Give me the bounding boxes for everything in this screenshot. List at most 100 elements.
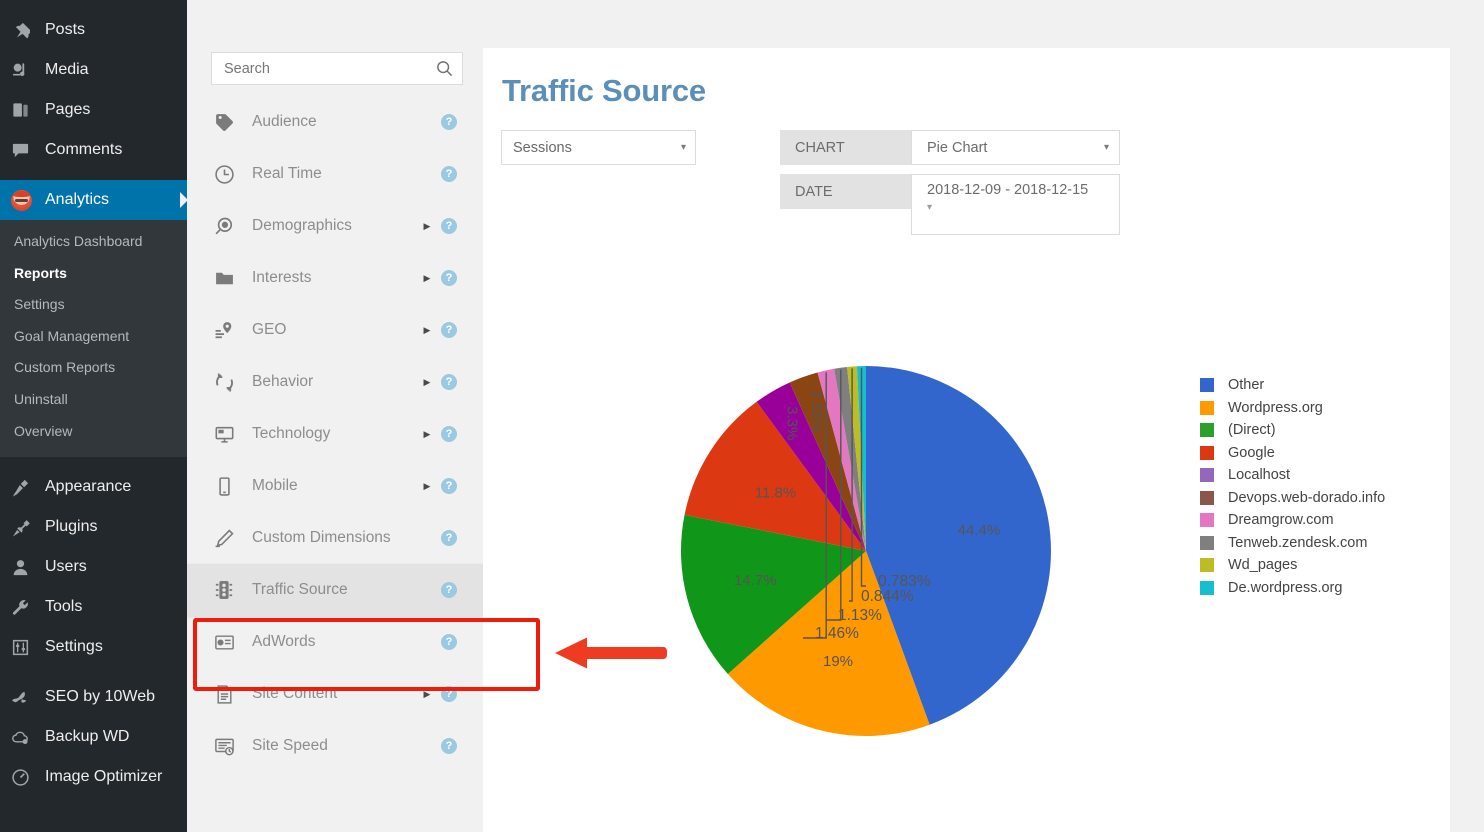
submenu-item-custom-reports[interactable]: Custom Reports — [0, 352, 187, 384]
chevron-right-icon[interactable]: ▶ — [419, 689, 435, 699]
report-item-demographics[interactable]: Demographics ▶ ? — [187, 200, 483, 252]
metric-select-value: Sessions — [513, 139, 572, 156]
chart-control-label: CHART — [780, 130, 911, 165]
legend-item[interactable]: Other — [1200, 374, 1450, 397]
report-item-interests[interactable]: Interests ▶ ? — [187, 252, 483, 304]
chevron-right-icon[interactable]: ▶ — [419, 273, 435, 283]
sidebar-divider-2 — [0, 457, 187, 467]
plug-icon — [11, 517, 39, 537]
help-icon[interactable]: ? — [441, 270, 457, 286]
report-label: Custom Dimensions — [252, 529, 391, 546]
help-icon[interactable]: ? — [441, 582, 457, 598]
legend-swatch — [1200, 535, 1214, 550]
date-range-select[interactable]: 2018-12-09 - 2018-12-15 ▾ — [911, 174, 1120, 235]
legend-item[interactable]: Google — [1200, 442, 1450, 465]
chevron-right-icon[interactable]: ▶ — [419, 481, 435, 491]
help-icon[interactable]: ? — [441, 738, 457, 754]
pencil-icon — [209, 528, 239, 549]
report-label: GEO — [252, 321, 287, 338]
chevron-right-icon[interactable]: ▶ — [419, 325, 435, 335]
analytics-avatar-icon — [11, 189, 39, 211]
sidebar-item-media[interactable]: Media — [0, 50, 187, 90]
report-label: Site Content — [252, 685, 338, 702]
legend-swatch — [1200, 400, 1214, 415]
pie-slice-label: 14.7% — [734, 572, 777, 589]
search-box[interactable] — [211, 52, 463, 85]
callout-label: 1.46% — [815, 625, 859, 642]
pie-slice-label: 44.4% — [958, 522, 1001, 539]
submenu-item-analytics-dashboard[interactable]: Analytics Dashboard — [0, 226, 187, 258]
submenu-item-uninstall[interactable]: Uninstall — [0, 384, 187, 416]
sidebar-item-seo-by-10web[interactable]: SEO by 10Web — [0, 677, 187, 717]
legend-label: De.wordpress.org — [1228, 579, 1343, 596]
sidebar-item-plugins[interactable]: Plugins — [0, 507, 187, 547]
report-item-real-time[interactable]: Real Time ? — [187, 148, 483, 200]
report-label: AdWords — [252, 633, 316, 650]
legend-item[interactable]: Localhost — [1200, 464, 1450, 487]
submenu-item-settings[interactable]: Settings — [0, 289, 187, 321]
sidebar-item-tools[interactable]: Tools — [0, 587, 187, 627]
sidebar-item-settings[interactable]: Settings — [0, 627, 187, 667]
legend-item[interactable]: De.wordpress.org — [1200, 577, 1450, 600]
chevron-right-icon[interactable]: ▶ — [419, 221, 435, 231]
help-icon[interactable]: ? — [441, 218, 457, 234]
report-item-site-content[interactable]: Site Content ▶ ? — [187, 668, 483, 720]
sidebar-item-users[interactable]: Users — [0, 547, 187, 587]
wrench-icon — [11, 597, 39, 617]
metric-select[interactable]: Sessions ▾ — [501, 130, 696, 165]
chevron-right-icon[interactable]: ▶ — [419, 429, 435, 439]
report-label: Interests — [252, 269, 312, 286]
help-icon[interactable]: ? — [441, 634, 457, 650]
help-icon[interactable]: ? — [441, 530, 457, 546]
report-item-geo[interactable]: GEO ▶ ? — [187, 304, 483, 356]
sidebar-item-appearance[interactable]: Appearance — [0, 467, 187, 507]
refresh-icon — [209, 372, 239, 393]
submenu-item-goal-management[interactable]: Goal Management — [0, 321, 187, 353]
help-icon[interactable]: ? — [441, 114, 457, 130]
help-icon[interactable]: ? — [441, 166, 457, 182]
date-range-value: 2018-12-09 - 2018-12-15 — [927, 182, 1089, 198]
submenu-item-overview[interactable]: Overview — [0, 416, 187, 448]
comment-icon — [11, 140, 39, 160]
report-item-technology[interactable]: Technology ▶ ? — [187, 408, 483, 460]
sidebar-item-analytics[interactable]: Analytics — [0, 180, 187, 220]
chevron-right-icon[interactable]: ▶ — [419, 377, 435, 387]
help-icon[interactable]: ? — [441, 478, 457, 494]
report-item-behavior[interactable]: Behavior ▶ ? — [187, 356, 483, 408]
chart-type-select[interactable]: Pie Chart ▾ — [911, 130, 1120, 165]
sidebar-item-image-optimizer[interactable]: Image Optimizer — [0, 757, 187, 797]
pie-slices[interactable] — [681, 365, 1051, 736]
sidebar-item-posts[interactable]: Posts — [0, 10, 187, 50]
legend-item[interactable]: Devops.web-dorado.info — [1200, 487, 1450, 510]
sidebar-item-comments[interactable]: Comments — [0, 130, 187, 170]
sidebar-item-pages[interactable]: Pages — [0, 90, 187, 130]
legend-item[interactable]: Wordpress.org — [1200, 397, 1450, 420]
legend-label: Wordpress.org — [1228, 399, 1323, 416]
report-item-mobile[interactable]: Mobile ▶ ? — [187, 460, 483, 512]
help-icon[interactable]: ? — [441, 426, 457, 442]
search-icon[interactable] — [435, 59, 454, 78]
legend-item[interactable]: Tenweb.zendesk.com — [1200, 532, 1450, 555]
date-control-label: DATE — [780, 174, 911, 209]
help-icon[interactable]: ? — [441, 322, 457, 338]
gauge-icon — [11, 767, 39, 787]
wp-admin-sidebar: Posts Media Pages Comments Analytics Ana… — [0, 0, 187, 832]
report-item-audience[interactable]: Audience ? — [187, 96, 483, 148]
legend-item[interactable]: Dreamgrow.com — [1200, 509, 1450, 532]
report-item-custom-dimensions[interactable]: Custom Dimensions ? — [187, 512, 483, 564]
help-icon[interactable]: ? — [441, 374, 457, 390]
legend-item[interactable]: Wd_pages — [1200, 554, 1450, 577]
help-icon[interactable]: ? — [441, 686, 457, 702]
pie-chart[interactable]: 44.4%19%14.7%11.8%3.3% 2.55% 0.783%0.844%… — [583, 348, 1223, 828]
report-item-site-speed[interactable]: Site Speed ? — [187, 720, 483, 772]
search-input[interactable] — [222, 59, 435, 78]
legend-item[interactable]: (Direct) — [1200, 419, 1450, 442]
submenu-item-reports[interactable]: Reports — [0, 258, 187, 290]
legend-swatch — [1200, 378, 1214, 393]
sidebar-item-backup-wd[interactable]: Backup WD — [0, 717, 187, 757]
legend-label: Devops.web-dorado.info — [1228, 489, 1386, 506]
report-item-traffic-source[interactable]: Traffic Source ? — [187, 564, 483, 616]
chevron-down-icon: ▾ — [680, 141, 686, 153]
sidebar-label: Appearance — [45, 478, 132, 496]
report-item-adwords[interactable]: AdWords ? — [187, 616, 483, 668]
